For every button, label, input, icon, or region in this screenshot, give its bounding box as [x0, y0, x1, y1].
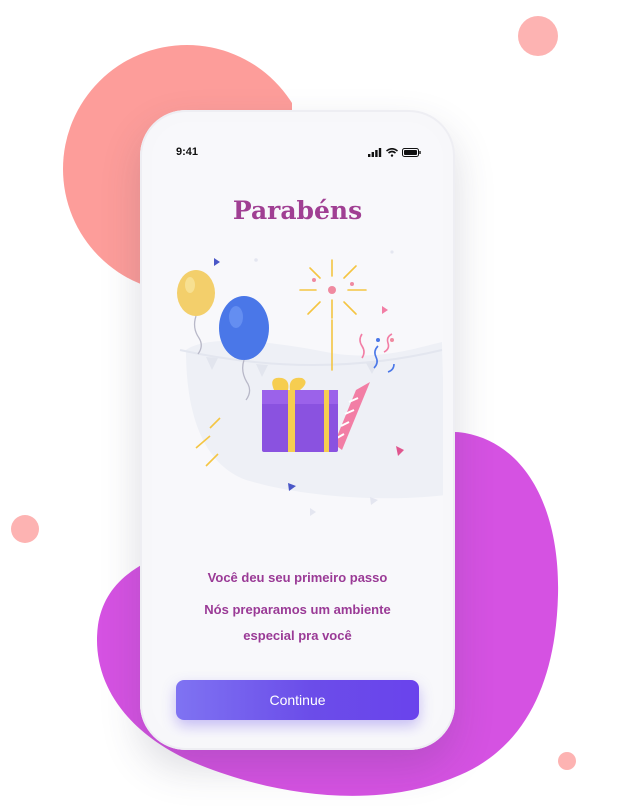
decor-dot-left — [11, 515, 39, 543]
continue-button[interactable]: Continue — [176, 680, 419, 720]
celebration-illustration — [177, 250, 443, 516]
page-title: Parabéns — [232, 196, 363, 225]
battery-icon — [402, 147, 421, 157]
status-icons — [368, 147, 421, 157]
signal-icon — [368, 147, 382, 157]
status-bar: 9:41 — [176, 144, 421, 160]
phone-screen: 9:41 Parabéns Você deu seu primeiro pass… — [152, 122, 443, 738]
message-line-3: especial pra você — [243, 628, 352, 643]
phone-frame: 9:41 Parabéns Você deu seu primeiro pass… — [140, 110, 455, 750]
message-line-1: Você deu seu primeiro passo — [207, 570, 388, 585]
status-time: 9:41 — [176, 146, 199, 158]
decor-dot-bottom-right — [558, 752, 576, 770]
decor-dot-top-right — [518, 16, 558, 56]
balloon-icon — [177, 270, 215, 355]
wifi-icon — [386, 147, 398, 157]
message-line-2: Nós preparamos um ambiente — [204, 602, 391, 617]
